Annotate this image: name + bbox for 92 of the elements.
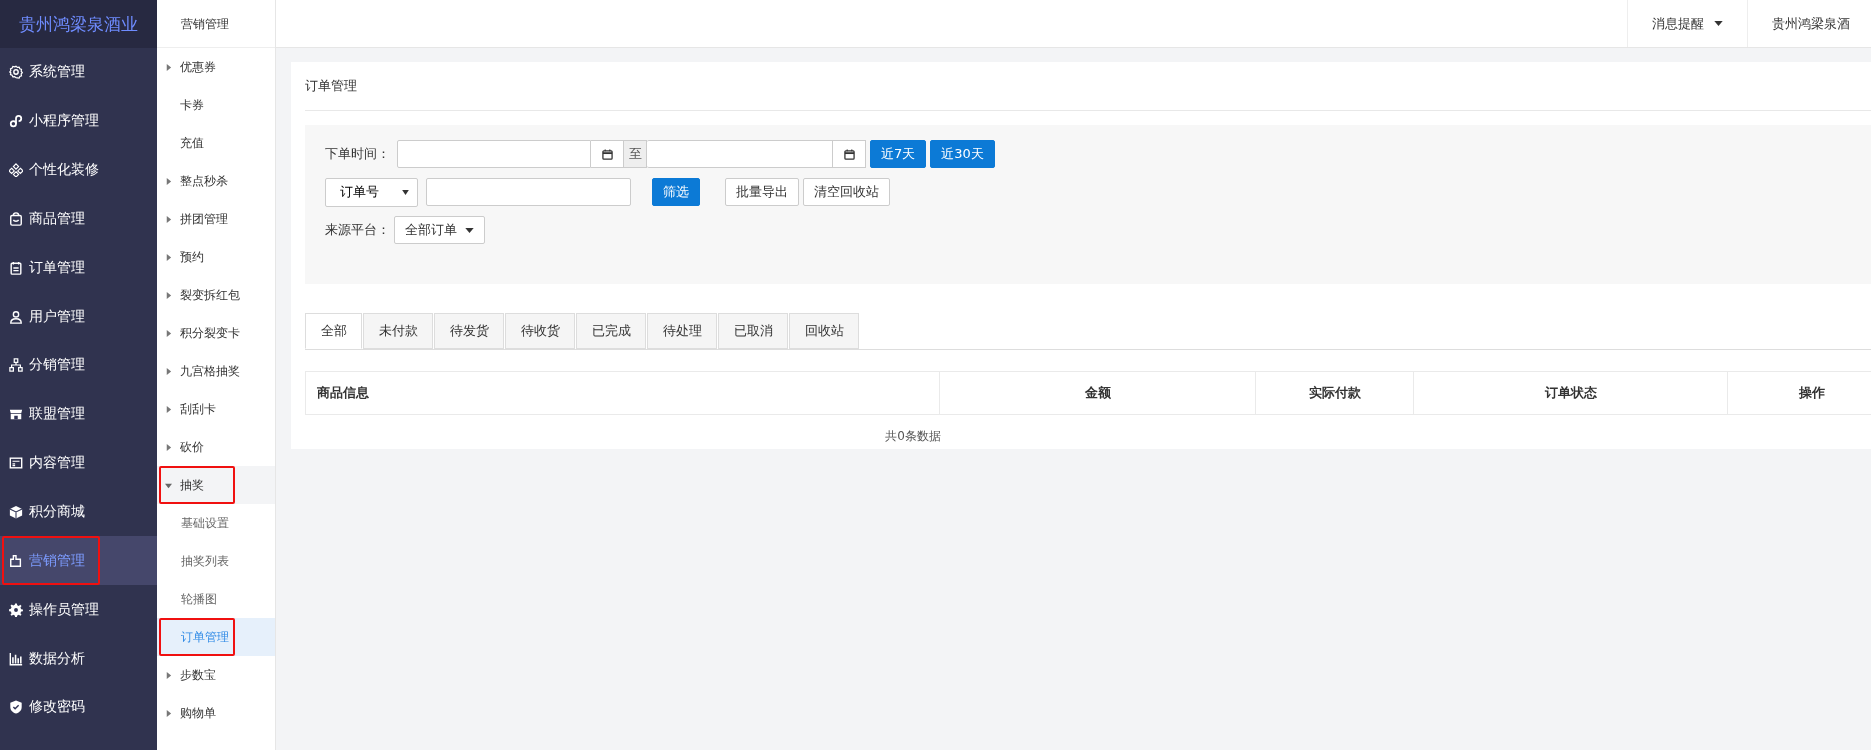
caret-icon (402, 189, 409, 195)
calendar-icon[interactable] (591, 140, 624, 168)
submenu-item[interactable]: 购物单 (157, 694, 275, 732)
calendar-icon[interactable] (833, 140, 866, 168)
status-tab[interactable]: 已取消 (718, 313, 788, 349)
caret-icon (165, 253, 172, 261)
submenu-item[interactable]: 抽奖列表 (157, 542, 275, 580)
submenu-item[interactable]: 步数宝 (157, 656, 275, 694)
end-date-field[interactable] (647, 140, 833, 168)
menu-icon (9, 260, 23, 275)
sidebar-item[interactable]: 用户管理 (0, 292, 157, 342)
sidebar-item[interactable]: 营销管理 (0, 536, 157, 586)
caret-icon (165, 215, 172, 223)
submenu-item[interactable]: 预约 (157, 238, 275, 276)
menu-icon (9, 651, 23, 666)
sidebar-item[interactable]: 积分商城 (0, 487, 157, 537)
status-tab[interactable]: 回收站 (789, 313, 859, 349)
record-count: 共0条数据 (884, 428, 942, 445)
submenu-item[interactable]: 拼团管理 (157, 200, 275, 238)
submenu-item[interactable]: 积分裂变卡 (157, 314, 275, 352)
sidebar-item[interactable]: 个性化装修 (0, 145, 157, 195)
sidebar-item[interactable]: 系统管理 (0, 48, 157, 97)
caret-icon (165, 481, 172, 489)
status-tab[interactable]: 未付款 (363, 313, 433, 349)
status-tab[interactable]: 待发货 (434, 313, 504, 349)
submenu-item[interactable]: 裂变拆红包 (157, 276, 275, 314)
column-header: 实际付款 (1256, 372, 1414, 414)
sidebar-item[interactable]: 操作员管理 (0, 585, 157, 635)
submenu-item[interactable]: 九宫格抽奖 (157, 352, 275, 390)
menu-icon (9, 358, 23, 373)
submenu-item[interactable]: 轮播图 (157, 580, 275, 618)
caret-icon (165, 405, 172, 413)
source-dropdown[interactable]: 全部订单 (394, 216, 485, 244)
submenu-title: 营销管理 (157, 0, 275, 48)
caret-icon (1714, 21, 1723, 26)
caret-icon (165, 671, 172, 679)
sidebar-item[interactable]: 小程序管理 (0, 96, 157, 146)
caret-icon (165, 709, 172, 717)
caret-icon (165, 367, 172, 375)
caret-icon (165, 291, 172, 299)
submenu-item[interactable]: 卡券 (157, 86, 275, 124)
caret-icon (165, 329, 172, 337)
field-label: 来源平台： (325, 221, 390, 239)
quick-range-button[interactable]: 近30天 (930, 140, 995, 168)
action-button[interactable]: 清空回收站 (803, 178, 890, 206)
sidebar-item[interactable]: 联盟管理 (0, 389, 157, 439)
caret-icon (165, 443, 172, 451)
menu-icon (9, 602, 23, 617)
submenu-item[interactable]: 抽奖 (157, 466, 275, 504)
action-button[interactable]: 批量导出 (725, 178, 799, 206)
menu-icon (9, 456, 23, 471)
sidebar-item[interactable]: 订单管理 (0, 243, 157, 293)
page-title: 订单管理 (305, 62, 1871, 111)
caret-icon (165, 63, 172, 71)
date-range-separator: 至 (624, 140, 647, 168)
menu-icon (9, 553, 23, 568)
status-tab[interactable]: 全部 (305, 313, 362, 349)
menu-icon (9, 700, 23, 715)
column-header: 操作 (1798, 384, 1826, 402)
submenu-item[interactable]: 砍价 (157, 428, 275, 466)
submenu-item[interactable]: 充值 (157, 124, 275, 162)
sidebar-item[interactable]: 内容管理 (0, 438, 157, 488)
search-type-select[interactable]: 订单号 (325, 177, 418, 207)
filter-button[interactable]: 筛选 (652, 178, 700, 206)
column-header: 商品信息 (306, 372, 940, 414)
start-date-field[interactable] (397, 140, 591, 168)
column-header: 金额 (940, 372, 1256, 414)
caret-icon (465, 227, 474, 233)
submenu-item[interactable]: 优惠券 (157, 48, 275, 86)
menu-icon (9, 407, 23, 422)
sidebar-item[interactable]: 商品管理 (0, 194, 157, 244)
status-tab[interactable]: 待处理 (647, 313, 717, 349)
sidebar-item[interactable]: 分销管理 (0, 341, 157, 390)
status-tab[interactable]: 已完成 (576, 313, 646, 349)
caret-icon (165, 177, 172, 185)
status-tab[interactable]: 待收货 (505, 313, 575, 349)
field-label: 下单时间： (325, 145, 391, 163)
menu-icon (9, 65, 23, 80)
menu-icon (9, 163, 23, 178)
menu-icon (9, 505, 23, 519)
quick-range-button[interactable]: 近7天 (870, 140, 927, 168)
column-header: 订单状态 (1414, 372, 1728, 414)
menu-icon (9, 211, 23, 226)
menu-icon (9, 114, 23, 129)
submenu-item[interactable]: 整点秒杀 (157, 162, 275, 200)
submenu-item[interactable]: 刮刮卡 (157, 390, 275, 428)
brand-logo-text: 贵州鸿梁泉酒业 (0, 0, 157, 48)
sidebar-item[interactable]: 数据分析 (0, 634, 157, 683)
search-field[interactable] (426, 178, 631, 206)
menu-icon (9, 309, 23, 324)
sidebar-item[interactable]: 修改密码 (0, 682, 157, 732)
submenu-item[interactable]: 基础设置 (157, 504, 275, 542)
